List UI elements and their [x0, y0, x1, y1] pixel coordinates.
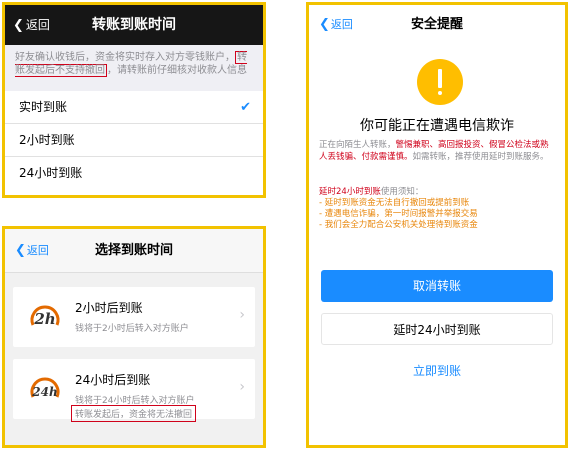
cancel-transfer-button[interactable]: 取消转账	[321, 270, 553, 302]
option-2-hours[interactable]: 2小时到账	[5, 124, 263, 157]
transfer-note: 好友确认收钱后，资金将实时存入对方零钱账户， 转账发起后不支持撤回 ，请转账前仔细核…	[5, 45, 263, 91]
delay-intro: 使用须知：	[380, 187, 424, 197]
note-text: 好友确认收钱后，资金将实时存入对方零钱账户，	[15, 52, 235, 63]
clock-2h-icon: 2h	[30, 305, 60, 328]
logo-text: 2h	[33, 310, 55, 328]
nav-bar: ❮ 返回 转账到账时间	[5, 5, 263, 45]
card-title: 2小时后到账	[75, 301, 143, 315]
option-label: 24小时到账	[19, 166, 83, 180]
option-label: 2小时到账	[19, 133, 75, 147]
delay-notice: 延时24小时到账使用须知： - 延时到账资金无法自行撤回或提前到账 - 遭遇电信…	[319, 187, 557, 231]
desc-text: 正在向陌生人转账，	[319, 140, 396, 150]
delay-item: - 遭遇电信诈骗，第一时间报警并举报交易	[319, 209, 478, 219]
page-title: 安全提醒	[410, 17, 463, 32]
security-alert-screen: ❮返回 安全提醒 你可能正在遭遇电信欺诈 正在向陌生人转账，警惕兼职、高回报投资…	[306, 2, 568, 448]
arrive-now-link[interactable]: 立即到账	[321, 357, 553, 385]
page-title: 选择到账时间	[94, 243, 173, 258]
card-subtitle: 钱将于2小时后转入对方账户	[75, 324, 189, 334]
exclamation-circle-icon	[417, 59, 463, 105]
page-title: 转账到账时间	[92, 17, 176, 33]
chevron-right-icon: ›	[239, 307, 245, 323]
choose-arrival-time-screen: ❮返回 选择到账时间 2h 2小时后到账 钱将于2小时后转入对方账户 › 24h…	[2, 226, 266, 448]
delay-item: - 我们会全力配合公安机关处理待到账资金	[319, 220, 478, 230]
logo-text: 24h	[31, 385, 57, 399]
nav-bar: ❮返回 选择到账时间	[5, 229, 263, 273]
clock-24h-icon: 24h	[30, 377, 60, 399]
option-label: 实时到账	[19, 100, 68, 114]
delay-24h-button[interactable]: 延时24小时到账	[321, 313, 553, 345]
no-revoke-warning: 转账发起后，资金将无法撤回	[71, 405, 197, 422]
option-24-hours[interactable]: 24小时到账	[5, 157, 263, 190]
option-realtime[interactable]: 实时到账 ✔	[5, 91, 263, 124]
delay-item: - 延时到账资金无法自行撤回或提前到账	[319, 198, 470, 208]
transfer-time-settings-screen: ❮ 返回 转账到账时间 好友确认收钱后，资金将实时存入对方零钱账户， 转账发起后不支…	[2, 2, 266, 198]
nav-bar: ❮返回 安全提醒	[309, 5, 565, 45]
chevron-right-icon: ›	[239, 379, 245, 395]
delay-lead: 延时24小时到账	[319, 187, 381, 197]
card-title: 24小时后到账	[75, 373, 151, 387]
fraud-description: 正在向陌生人转账，警惕兼职、高回报投资、假冒公检法或熟人丢钱骗、付款需谨慎。如需…	[319, 139, 557, 163]
checkmark-icon: ✔	[240, 100, 251, 115]
fraud-headline: 你可能正在遭遇电信欺诈	[360, 118, 514, 134]
note-text-tail: ，请转账前仔细核对收款人信息	[107, 65, 247, 76]
desc-text-tail: 如需转账，推荐使用延时到账服务。	[412, 152, 549, 162]
card-2-hours[interactable]: 2h 2小时后到账 钱将于2小时后转入对方账户 ›	[13, 287, 255, 347]
